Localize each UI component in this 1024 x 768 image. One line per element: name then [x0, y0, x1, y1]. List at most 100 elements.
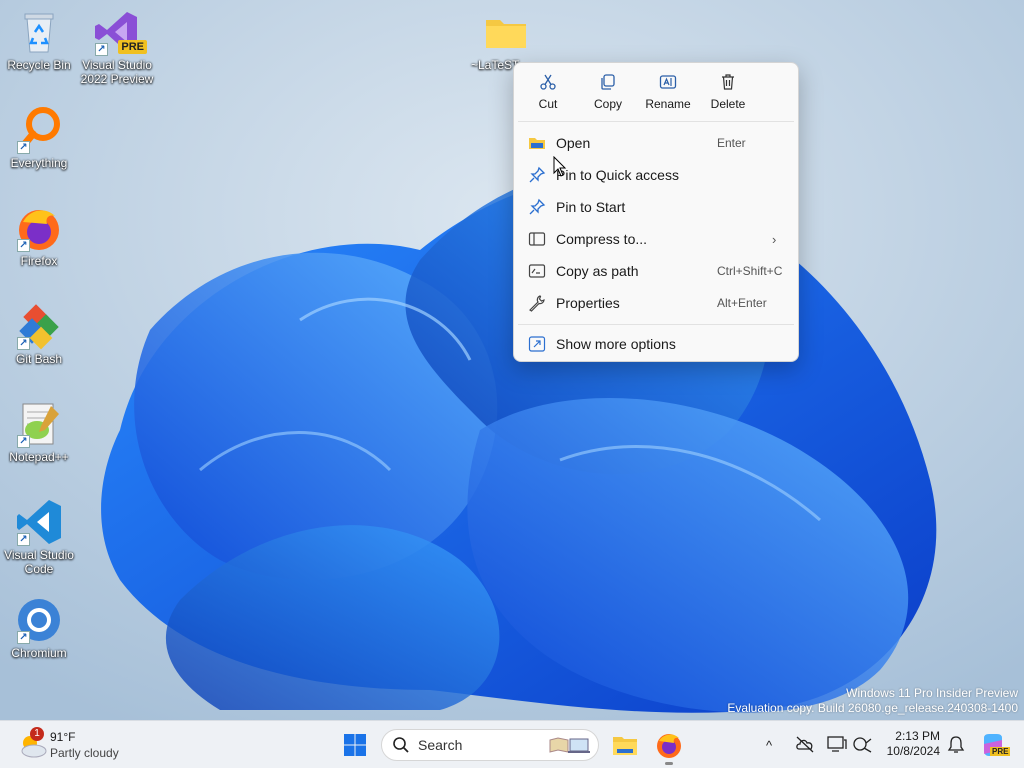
delete-button[interactable]: Delete	[698, 71, 758, 121]
display-icon[interactable]	[827, 735, 847, 753]
shortcut-arrow-icon: ↗	[17, 239, 30, 252]
network-icon[interactable]	[853, 735, 873, 753]
running-indicator	[665, 762, 673, 765]
menu-item-properties[interactable]: Properties Alt+Enter	[514, 287, 798, 319]
file-explorer-icon	[613, 737, 637, 755]
menu-item-label: Pin to Quick access	[556, 167, 679, 183]
menu-item-compress[interactable]: Compress to... ›	[514, 223, 798, 255]
menu-item-label: Pin to Start	[556, 199, 626, 215]
vscode-icon: ↗	[15, 498, 63, 546]
firefox-icon	[657, 734, 681, 758]
onedrive-offline-icon[interactable]	[795, 735, 815, 753]
preview-badge: PRE	[118, 40, 147, 54]
notification-count-badge: 1	[30, 727, 44, 741]
clock-date: 10/8/2024	[886, 744, 940, 758]
clock[interactable]: 2:13 PM 10/8/2024	[878, 729, 940, 759]
more-options-icon	[528, 336, 546, 352]
shortcut-arrow-icon: ↗	[17, 533, 30, 546]
taskbar-file-explorer[interactable]	[611, 731, 639, 759]
desktop-icon-label: Git Bash	[15, 352, 63, 366]
menu-item-label: Properties	[556, 295, 620, 311]
desktop-wallpaper	[0, 0, 1024, 720]
menu-item-copy-as-path[interactable]: Copy as path Ctrl+Shift+C	[514, 255, 798, 287]
cut-button[interactable]: Cut	[518, 71, 578, 121]
copy-label: Copy	[593, 97, 622, 111]
rename-icon	[659, 75, 677, 89]
menu-item-shortcut: Ctrl+Shift+C	[717, 264, 783, 278]
tray-overflow-chevron-icon[interactable]: ^	[766, 738, 772, 753]
windows-logo-icon	[344, 734, 366, 756]
desktop-icon-everything[interactable]: ↗ Everything	[0, 106, 78, 170]
menu-item-pin-start[interactable]: Pin to Start	[514, 191, 798, 223]
desktop-icon-firefox[interactable]: ↗ Firefox	[0, 204, 78, 268]
cut-label: Cut	[538, 97, 558, 111]
desktop-icon-label: Everything	[10, 156, 68, 170]
context-menu: Cut Copy Rename Delete Open Enter Pin to…	[513, 62, 799, 362]
rename-button[interactable]: Rename	[638, 71, 698, 121]
recycle-bin-icon	[15, 8, 63, 56]
desktop-icon-notepad-plus-plus[interactable]: ↗ Notepad++	[0, 400, 78, 464]
taskbar-search-box[interactable]: Search	[381, 729, 599, 761]
copy-icon	[601, 74, 615, 90]
scissors-icon	[540, 74, 556, 90]
menu-item-open[interactable]: Open Enter	[514, 127, 798, 159]
search-highlight-icon	[549, 737, 590, 753]
menu-item-label: Open	[556, 135, 591, 151]
pin-icon	[529, 198, 546, 215]
desktop-icon-label: Chromium	[11, 646, 67, 660]
visual-studio-icon: ↗ PRE	[93, 8, 147, 56]
chromium-icon: ↗	[15, 596, 63, 644]
desktop-icon-vscode[interactable]: ↗ Visual Studio Code	[0, 498, 78, 576]
wrench-icon	[529, 295, 545, 312]
weather-condition: Partly cloudy	[50, 746, 119, 760]
shortcut-arrow-icon: ↗	[17, 631, 30, 644]
chevron-right-icon: ›	[772, 231, 777, 247]
desktop-icon-label: Recycle Bin	[7, 58, 71, 72]
mouse-cursor-icon	[553, 156, 567, 177]
taskbar: 1 91°F Partly cloudy Search ^ 2:13 PM 10…	[0, 720, 1024, 768]
desktop-icon-visual-studio[interactable]: ↗ PRE Visual Studio 2022 Preview	[78, 8, 156, 86]
delete-label: Delete	[710, 97, 746, 111]
desktop-icon-recycle-bin[interactable]: Recycle Bin	[0, 8, 78, 72]
watermark-line-1: Windows 11 Pro Insider Preview	[846, 686, 1018, 700]
pin-icon	[529, 166, 546, 183]
evaluation-watermark: Windows 11 Pro Insider Preview Evaluatio…	[727, 686, 1018, 716]
git-bash-icon: ↗	[15, 302, 63, 350]
shortcut-arrow-icon: ↗	[17, 337, 30, 350]
desktop-icon-label: Notepad++	[9, 450, 69, 464]
menu-item-shortcut: Alt+Enter	[717, 296, 767, 310]
menu-item-label: Copy as path	[556, 263, 639, 279]
menu-item-label: Compress to...	[556, 231, 648, 247]
rename-label: Rename	[645, 97, 691, 111]
desktop-icon-label: Visual Studio 2022 Preview	[80, 58, 154, 86]
search-placeholder: Search	[418, 737, 463, 753]
notification-bell-icon[interactable]	[947, 735, 965, 755]
search-icon	[393, 737, 409, 753]
archive-icon	[528, 232, 546, 246]
trash-icon	[722, 74, 734, 90]
shortcut-arrow-icon: ↗	[17, 141, 30, 154]
menu-item-label: Show more options	[556, 336, 676, 352]
menu-item-show-more-options[interactable]: Show more options	[514, 328, 798, 360]
menu-item-shortcut: Enter	[717, 136, 746, 150]
copilot-preview-badge: PRE	[990, 747, 1011, 756]
weather-temperature: 91°F	[50, 730, 76, 744]
clock-time: 2:13 PM	[895, 729, 940, 743]
weather-widget[interactable]: 1 91°F Partly cloudy	[16, 727, 136, 763]
taskbar-firefox[interactable]	[655, 731, 683, 765]
desktop-icon-label: Firefox	[20, 254, 58, 268]
everything-search-icon: ↗	[15, 106, 63, 154]
open-folder-icon	[529, 138, 545, 149]
start-button[interactable]	[343, 733, 367, 757]
copy-button[interactable]: Copy	[578, 71, 638, 121]
watermark-line-2: Evaluation copy. Build 26080.ge_release.…	[727, 701, 1018, 715]
shortcut-arrow-icon: ↗	[17, 435, 30, 448]
path-icon	[528, 264, 546, 278]
notepad-plus-plus-icon: ↗	[15, 400, 63, 448]
desktop-icon-label: Visual Studio Code	[4, 548, 74, 576]
desktop-icon-chromium[interactable]: ↗ Chromium	[0, 596, 78, 660]
firefox-icon: ↗	[15, 204, 63, 252]
desktop-icon-git-bash[interactable]: ↗ Git Bash	[0, 302, 78, 366]
copilot-button[interactable]: PRE	[980, 732, 1011, 758]
quick-actions-row: Cut Copy Rename Delete	[514, 63, 798, 121]
